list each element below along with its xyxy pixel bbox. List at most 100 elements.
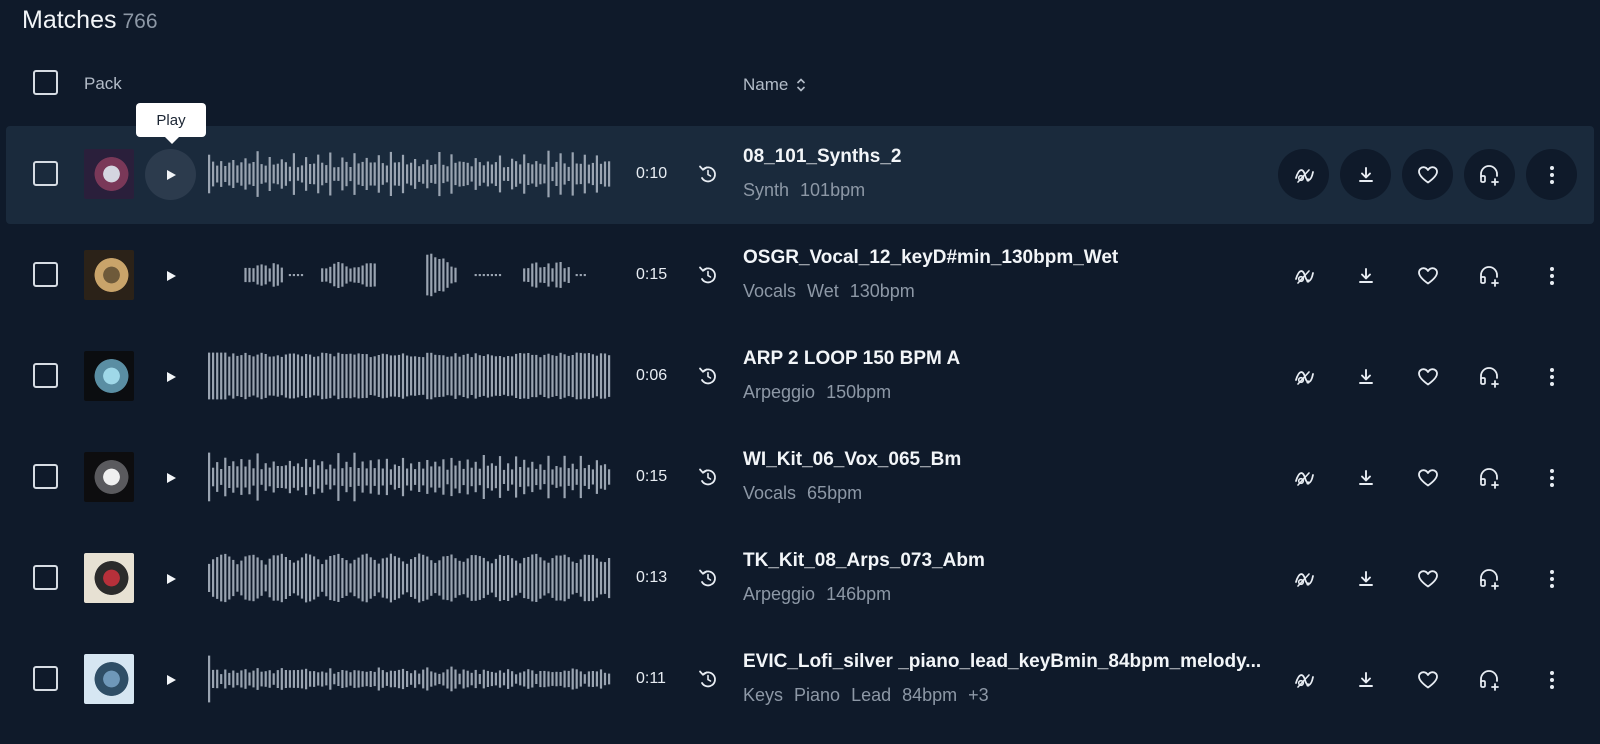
sample-row[interactable]: 0:10 08_101_Synths_2 Synth 101bpm [0,124,1600,225]
tag[interactable]: Wet [807,281,839,302]
download-button[interactable] [1340,654,1391,705]
tag[interactable]: Arpeggio [743,584,815,605]
tag[interactable]: Piano [794,685,840,706]
add-to-collection-button[interactable] [1464,250,1515,301]
waveform-bar [414,356,417,396]
waveform-bar [539,671,542,688]
add-to-collection-button[interactable] [1464,452,1515,503]
more-options-button[interactable] [1526,654,1577,705]
sample-row[interactable]: 0:13 TK_Kit_08_Arps_073_Abm Arpeggio 146b… [0,528,1600,629]
more-options-button[interactable] [1526,149,1577,200]
similar-sounds-button[interactable] [1278,452,1329,503]
download-button[interactable] [1340,149,1391,200]
sample-name[interactable]: WI_Kit_06_Vox_065_Bm [743,449,961,471]
waveform-bar [494,558,497,598]
row-checkbox[interactable] [33,161,58,186]
sample-row[interactable]: 0:06 ARP 2 LOOP 150 BPM A Arpeggio 150bpm [0,326,1600,427]
sample-name[interactable]: OSGR_Vocal_12_keyD#min_130bpm_Wet [743,247,1118,269]
column-name-sort[interactable]: Name [743,75,806,95]
tag[interactable]: +3 [968,685,989,706]
row-checkbox[interactable] [33,565,58,590]
more-options-button[interactable] [1526,250,1577,301]
row-checkbox[interactable] [33,666,58,691]
loop-icon[interactable] [697,365,719,387]
loop-icon[interactable] [697,163,719,185]
play-button[interactable] [145,452,196,503]
tag[interactable]: Vocals [743,281,796,302]
add-to-collection-button[interactable] [1464,351,1515,402]
loop-icon[interactable] [697,668,719,690]
sample-name[interactable]: 08_101_Synths_2 [743,146,901,168]
download-button[interactable] [1340,250,1391,301]
waveform[interactable] [208,350,612,402]
more-options-button[interactable] [1526,351,1577,402]
pack-artwork[interactable] [84,654,134,704]
waveform[interactable] [208,148,612,200]
waveform-bar [410,673,413,685]
download-button[interactable] [1340,452,1391,503]
tag[interactable]: Keys [743,685,783,706]
waveform[interactable] [208,451,612,503]
pack-artwork[interactable] [84,250,134,300]
tag[interactable]: Vocals [743,483,796,504]
like-button[interactable] [1402,452,1453,503]
sample-row[interactable]: 0:11 EVIC_Lofi_silver _piano_lead_keyBmi… [0,629,1600,730]
like-button[interactable] [1402,149,1453,200]
select-all-checkbox[interactable] [33,70,58,95]
similar-sounds-button[interactable] [1278,553,1329,604]
tag[interactable]: Synth [743,180,789,201]
waveform[interactable] [208,552,612,604]
tag[interactable]: Lead [851,685,891,706]
play-button[interactable] [145,553,196,604]
waveform-bar [373,263,376,287]
row-checkbox[interactable] [33,262,58,287]
like-button[interactable] [1402,553,1453,604]
tag[interactable]: 150bpm [826,382,891,403]
sort-icon[interactable] [796,77,806,93]
like-button[interactable] [1402,351,1453,402]
tag[interactable]: 101bpm [800,180,865,201]
more-options-button[interactable] [1526,452,1577,503]
similar-sounds-button[interactable] [1278,250,1329,301]
pack-artwork[interactable] [84,452,134,502]
sample-name[interactable]: EVIC_Lofi_silver _piano_lead_keyBmin_84b… [743,651,1261,673]
loop-icon[interactable] [697,466,719,488]
tag[interactable]: Arpeggio [743,382,815,403]
play-button[interactable] [145,351,196,402]
sample-row[interactable]: 0:15 OSGR_Vocal_12_keyD#min_130bpm_Wet V… [0,225,1600,326]
tag[interactable]: 65bpm [807,483,862,504]
add-to-collection-button[interactable] [1464,149,1515,200]
tag[interactable]: 84bpm [902,685,957,706]
similar-sounds-button[interactable] [1278,149,1329,200]
like-button[interactable] [1402,654,1453,705]
sample-name[interactable]: ARP 2 LOOP 150 BPM A [743,348,960,370]
tag[interactable]: 130bpm [850,281,915,302]
waveform[interactable] [208,249,612,301]
download-button[interactable] [1340,553,1391,604]
add-to-collection-button[interactable] [1464,553,1515,604]
loop-icon[interactable] [697,264,719,286]
like-button[interactable] [1402,250,1453,301]
pack-artwork[interactable] [84,351,134,401]
play-button[interactable] [145,149,196,200]
play-button[interactable] [145,654,196,705]
waveform-bar [454,558,457,598]
sample-name[interactable]: TK_Kit_08_Arps_073_Abm [743,550,985,572]
waveform-bar [353,670,356,688]
pack-artwork[interactable] [84,553,134,603]
sample-row[interactable]: 0:15 WI_Kit_06_Vox_065_Bm Vocals 65bpm [0,427,1600,528]
row-checkbox[interactable] [33,363,58,388]
row-checkbox[interactable] [33,464,58,489]
tag[interactable]: 146bpm [826,584,891,605]
more-options-button[interactable] [1526,553,1577,604]
similar-sounds-button[interactable] [1278,351,1329,402]
waveform[interactable] [208,653,612,705]
play-button[interactable] [145,250,196,301]
loop-icon[interactable] [697,567,719,589]
pack-artwork[interactable] [84,149,134,199]
download-button[interactable] [1340,351,1391,402]
add-to-collection-button[interactable] [1464,654,1515,705]
sample-tags: Vocals 65bpm [743,483,862,504]
similar-sounds-button[interactable] [1278,654,1329,705]
waveform-bar [333,167,336,181]
